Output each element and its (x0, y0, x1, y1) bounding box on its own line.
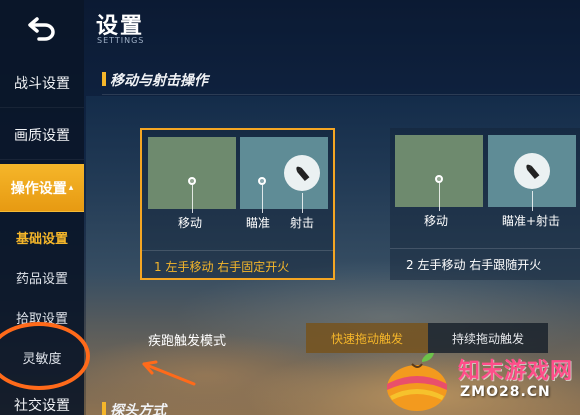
move-pad (395, 135, 483, 211)
sidebar-item-label: 画质设置 (14, 127, 70, 144)
aim-pad (240, 137, 328, 213)
aim-label: 瞄准 (246, 216, 271, 230)
back-button[interactable] (0, 0, 84, 58)
bullet-icon (296, 166, 310, 182)
sidebar-subitem-label: 药品设置 (15, 271, 68, 287)
fire-label: 射击 (290, 216, 315, 230)
watermark-domain: ZMO28.CN (460, 384, 551, 400)
sidebar-item-label: 操作设置 (10, 180, 67, 197)
sidebar-subitem-medicine[interactable]: 药品设置 (0, 258, 84, 296)
section-divider (102, 94, 580, 95)
sidebar-subitem-basic[interactable]: 基础设置 (0, 218, 84, 256)
pad-pointer-line (438, 183, 440, 211)
sidebar-item-social[interactable]: 社交设置 (0, 390, 84, 415)
section-marker (102, 72, 106, 86)
move-label: 移动 (178, 216, 203, 230)
sidebar-item-combat[interactable]: 战斗设置 (0, 58, 84, 108)
pointer-arrow-icon (142, 360, 196, 386)
joystick-dot (435, 175, 443, 183)
caret-up-icon: ▴ (68, 182, 74, 193)
control-option-2[interactable]: 移动 瞄准+射击 2 左手移动 右手跟随开火 (390, 128, 580, 280)
pad-pointer-line (531, 191, 533, 211)
sprint-option-quick-drag[interactable]: 快速拖动触发 (306, 323, 428, 353)
pad-pointer-line (261, 185, 263, 213)
apple-logo-icon (387, 352, 447, 411)
sidebar-subitem-label: 基础设置 (15, 231, 68, 247)
caption-divider (142, 250, 333, 251)
joystick-dot (188, 177, 196, 185)
control-option-1[interactable]: 移动 瞄准 射击 1 左手移动 右手固定开火 (140, 128, 335, 280)
back-arrow-icon (28, 17, 55, 41)
section-title-peek: 探头方式 (110, 403, 166, 415)
option-caption: 1 左手移动 右手固定开火 (154, 260, 290, 274)
sprint-mode-label: 疾跑触发模式 (148, 334, 227, 349)
move-label: 移动 (424, 214, 449, 228)
aim-dot (258, 177, 266, 185)
sprint-option-hold-drag[interactable]: 持续拖动触发 (428, 323, 548, 353)
watermark-text: 知末游戏网 (458, 359, 574, 384)
page-subtitle: SETTINGS (97, 36, 145, 45)
fire-button (514, 153, 550, 189)
bullet-icon (526, 164, 540, 180)
pad-pointer-line (191, 185, 193, 213)
aimfire-label: 瞄准+射击 (502, 214, 561, 228)
pad-pointer-line (301, 193, 303, 213)
aimfire-pad (488, 135, 576, 211)
caption-divider (390, 248, 580, 249)
move-pad (148, 137, 236, 213)
sidebar-item-controls[interactable]: 操作设置 ▴ (0, 164, 84, 212)
section-marker (102, 402, 106, 415)
sidebar-item-label: 社交设置 (14, 397, 70, 414)
fire-button (284, 155, 320, 191)
sidebar-item-label: 战斗设置 (14, 75, 70, 92)
sidebar-item-graphics[interactable]: 画质设置 (0, 110, 84, 160)
option-caption: 2 左手移动 右手跟随开火 (406, 258, 542, 272)
section-title: 移动与射击操作 (110, 73, 208, 89)
